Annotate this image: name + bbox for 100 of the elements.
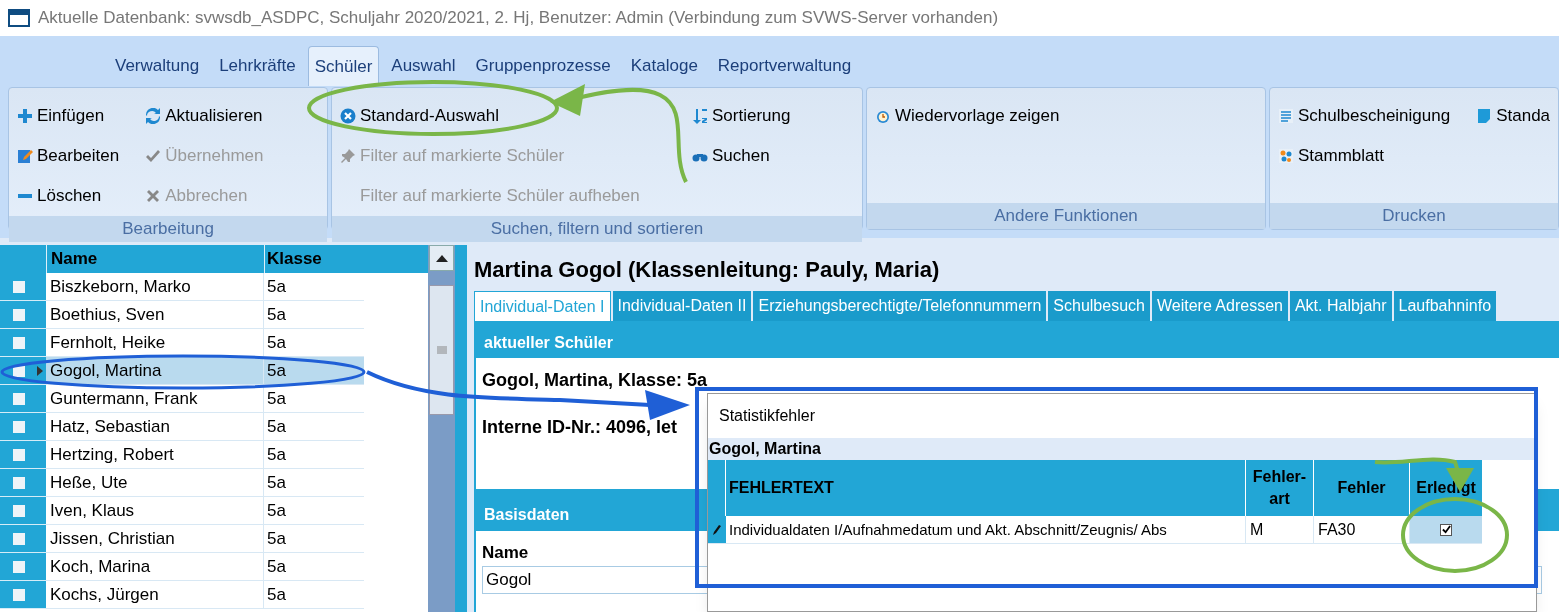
student-info-text: Gogol, Martina, Klasse: 5a — [482, 369, 708, 392]
row-checkbox[interactable] — [13, 448, 25, 461]
name-cell: Jissen, Christian — [46, 525, 264, 552]
ribbon-tab[interactable]: Verwaltung — [105, 46, 210, 86]
clear-icon — [340, 108, 356, 124]
name-cell: Hatz, Sebastian — [46, 413, 264, 440]
ribbon-tab[interactable]: Lehrkräfte — [209, 46, 306, 86]
ribbon-button[interactable]: Suchen — [692, 136, 791, 176]
ribbon-tab[interactable]: Kataloge — [620, 46, 708, 86]
name-cell: Boethius, Sven — [46, 301, 264, 328]
row-pointer-icon — [37, 365, 43, 376]
class-cell-text: 5a — [266, 360, 287, 382]
ribbon-button[interactable]: Wiedervorlage zeigen — [875, 96, 1060, 136]
window-title: Aktuelle Datenbank: svwsdb_ASDPC, Schuljahr 2020/2021, 2. Hj, Benutzer: Admin (Verbindung zum SVWS-Server vorhanden) — [38, 7, 999, 30]
grip-icon — [436, 346, 447, 354]
student-row[interactable]: Koch, Marina 5a — [46, 553, 364, 581]
pencil-icon — [713, 524, 721, 535]
ribbon-tab[interactable]: Auswahl — [381, 46, 466, 86]
ribbon-tab[interactable]: Reportverwaltung — [707, 46, 862, 86]
student-row[interactable]: Jissen, Christian 5a — [46, 525, 364, 553]
column-header[interactable]: FEHLERTEXT — [726, 460, 1246, 516]
ribbon-tab[interactable]: Schüler — [307, 46, 380, 86]
scroll-up-button[interactable] — [429, 245, 454, 271]
name-cell: Hertzing, Robert — [46, 441, 264, 468]
ribbon-button[interactable]: Schulbescheinigung — [1278, 96, 1451, 136]
class-cell-text: 5a — [266, 332, 287, 354]
dialog-subject: Gogol, Martina — [708, 438, 1536, 460]
class-cell-text: 5a — [266, 584, 287, 606]
row-checkbox[interactable] — [13, 532, 25, 545]
name-cell: Fernholt, Heike — [46, 329, 264, 356]
ribbon-button[interactable]: Löschen — [17, 176, 120, 216]
ribbon-tab[interactable]: Gruppenprozesse — [465, 46, 621, 86]
student-row[interactable]: Hertzing, Robert 5a — [46, 441, 364, 469]
column-header[interactable]: Fehler-art — [1246, 460, 1314, 516]
checkmark-icon — [145, 148, 162, 164]
class-cell-text: 5a — [266, 388, 287, 410]
row-checkbox[interactable] — [13, 308, 25, 321]
student-row[interactable]: Iven, Klaus 5a — [46, 497, 364, 525]
error-type-cell: M — [1246, 516, 1314, 543]
row-checkbox[interactable] — [13, 476, 25, 489]
student-heading: Martina Gogol (Klassenleitung: Pauly, Maria) — [474, 256, 941, 284]
up-arrow-icon — [435, 254, 448, 262]
class-cell-text: 5a — [266, 444, 287, 466]
row-checkbox[interactable] — [13, 392, 25, 405]
error-row[interactable]: Individualdaten I/Aufnahmedatum und Akt. Abschnitt/Zeugnis/ Abs M FA30 — [708, 516, 1482, 544]
student-row[interactable]: Heße, Ute 5a — [46, 469, 364, 497]
done-checkbox[interactable] — [1440, 523, 1452, 536]
group-title: Drucken — [1270, 203, 1558, 229]
student-row[interactable]: Fernholt, Heike 5a — [46, 329, 364, 357]
scrollbar[interactable] — [428, 245, 455, 612]
ribbon-button[interactable]: Einfügen — [17, 96, 120, 136]
student-info-text: Interne ID-Nr.: 4096, let — [482, 416, 678, 439]
name-cell: Heße, Ute — [46, 469, 264, 496]
row-checkbox[interactable] — [13, 588, 25, 601]
pin-icon — [340, 148, 356, 164]
row-checkbox[interactable] — [13, 280, 25, 293]
name-cell: Guntermann, Frank — [46, 385, 264, 412]
sort-icon — [692, 108, 708, 124]
row-checkbox[interactable] — [13, 420, 25, 433]
scroll-thumb[interactable] — [429, 285, 454, 415]
group-title: Bearbeitung — [9, 216, 327, 242]
student-row[interactable]: Kochs, Jürgen 5a — [46, 581, 364, 609]
class-cell-text: 5a — [266, 500, 287, 522]
student-row[interactable]: Biszkeborn, Marko 5a — [46, 273, 364, 301]
checkmark-icon — [1441, 525, 1451, 534]
class-cell-text: 5a — [266, 304, 287, 326]
class-cell-text: 5a — [266, 416, 287, 438]
student-row[interactable]: Boethius, Sven 5a — [46, 301, 364, 329]
row-checkbox[interactable] — [13, 504, 25, 517]
app-window-icon — [8, 9, 30, 27]
column-header[interactable]: Fehler — [1314, 460, 1410, 516]
cross-icon — [145, 188, 162, 204]
student-row[interactable]: Guntermann, Frank 5a — [46, 385, 364, 413]
class-cell-text: 5a — [266, 556, 287, 578]
dialog-title: Statistikfehler — [718, 406, 816, 426]
ribbon-button[interactable]: Standa — [1476, 96, 1551, 136]
class-cell-text: 5a — [266, 276, 287, 298]
ribbon-button[interactable]: Bearbeiten — [17, 136, 120, 176]
student-row[interactable]: Hatz, Sebastian 5a — [46, 413, 364, 441]
ribbon-button[interactable]: Stammblatt — [1278, 136, 1451, 176]
group-title: Andere Funktionen — [867, 203, 1265, 229]
plus-icon — [17, 108, 33, 124]
ribbon-button[interactable]: Sortierung — [692, 96, 791, 136]
field-label: Name — [482, 542, 529, 564]
ribbon-button[interactable]: Aktualisieren — [145, 96, 264, 136]
document-icon — [1476, 108, 1493, 124]
row-checkbox[interactable] — [13, 560, 25, 573]
refresh-icon — [145, 108, 162, 124]
alarm-clock-icon — [875, 108, 891, 124]
name-cell: Biszkeborn, Marko — [46, 273, 264, 300]
document-lines-icon — [1278, 108, 1294, 124]
chart-icon — [1278, 148, 1294, 164]
name-cell: Kochs, Jürgen — [46, 581, 264, 608]
name-cell: Koch, Marina — [46, 553, 264, 580]
class-cell-text: 5a — [266, 472, 287, 494]
error-text-cell: Individualdaten I/Aufnahmedatum und Akt. Abschnitt/Zeugnis/ Abs — [726, 516, 1246, 543]
group-title: Suchen, filtern und sortieren — [332, 216, 862, 242]
name-cell: Iven, Klaus — [46, 497, 264, 524]
name-cell: Gogol, Martina — [46, 357, 264, 384]
row-checkbox[interactable] — [13, 336, 25, 349]
